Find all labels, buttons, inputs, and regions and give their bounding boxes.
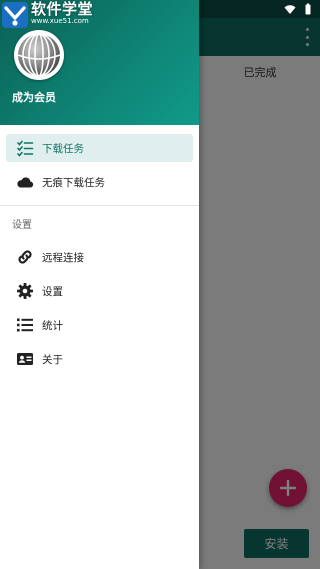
menu-item-label: 下载任务 — [42, 142, 84, 155]
become-member-label[interactable]: 成为会员 — [12, 89, 56, 105]
watermark-title: 软件学堂 — [31, 0, 94, 18]
menu-item-statistics[interactable]: 统计 — [6, 311, 193, 339]
menu-item-label: 无痕下载任务 — [42, 176, 105, 189]
avatar-sphere-icon — [17, 33, 61, 77]
menu-item-remote-connection[interactable]: 远程连接 — [6, 243, 193, 271]
id-card-icon — [16, 350, 34, 368]
menu-item-label: 统计 — [42, 319, 63, 332]
link-icon — [16, 248, 34, 266]
menu-item-incognito-tasks[interactable]: 无痕下载任务 — [6, 168, 193, 196]
menu-item-label: 远程连接 — [42, 251, 84, 264]
menu-item-label: 设置 — [42, 285, 63, 298]
watermark-icon — [2, 2, 28, 28]
watermark-logo: 软件学堂 www.xue51.com — [2, 2, 93, 28]
menu-item-settings[interactable]: 设置 — [6, 277, 193, 305]
battery-icon — [305, 3, 311, 15]
watermark-url: www.xue51.com — [31, 17, 89, 25]
avatar[interactable] — [14, 30, 64, 80]
menu-divider — [0, 205, 199, 206]
list-icon — [16, 316, 34, 334]
status-icons — [284, 3, 314, 15]
menu-item-download-tasks[interactable]: 下载任务 — [6, 134, 193, 162]
settings-section-title: 设置 — [12, 220, 32, 231]
cloud-icon — [16, 173, 34, 191]
gear-icon — [16, 282, 34, 300]
task-list-icon — [16, 139, 34, 157]
navigation-drawer: 成为会员 下载任务 无痕下载任务 设置 远程连接 设置 统计 关于 — [0, 0, 199, 569]
wifi-icon — [284, 5, 296, 14]
menu-item-label: 关于 — [42, 353, 63, 366]
menu-item-about[interactable]: 关于 — [6, 345, 193, 373]
